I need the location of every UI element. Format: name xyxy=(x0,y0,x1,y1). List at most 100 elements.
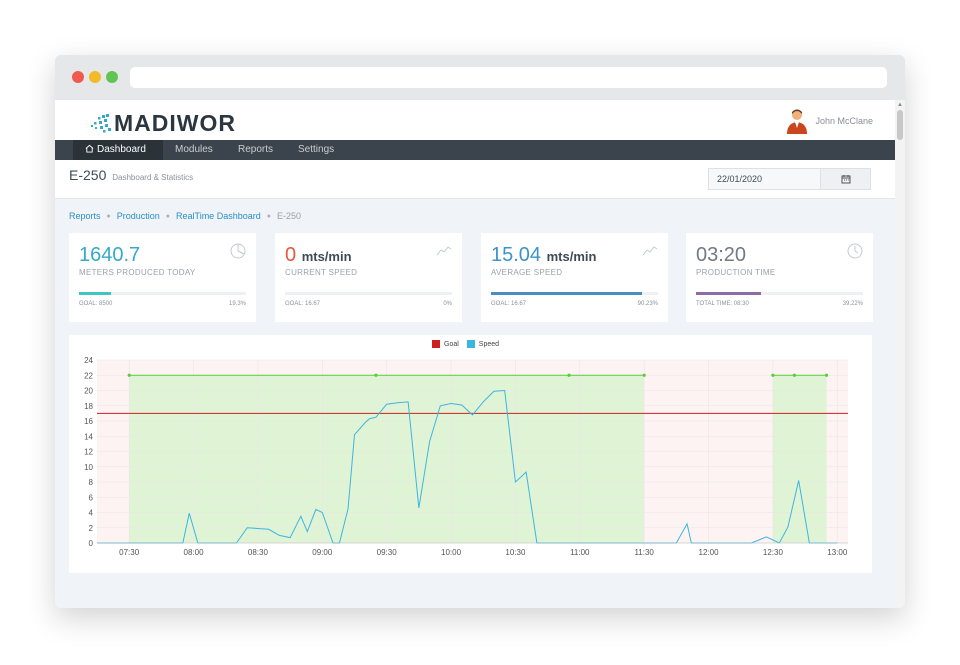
user-avatar-icon xyxy=(787,109,808,134)
close-window-button[interactable] xyxy=(72,71,84,83)
home-icon xyxy=(85,144,94,153)
kpi-value: 0 mts/min xyxy=(285,244,352,267)
production-window-area xyxy=(772,375,827,543)
x-tick-label: 13:00 xyxy=(827,548,848,557)
breadcrumb-link-reports[interactable]: Reports xyxy=(69,211,101,221)
date-picker-button[interactable] xyxy=(821,168,871,190)
breadcrumb-separator: ● xyxy=(165,212,171,220)
y-tick-label: 12 xyxy=(84,448,93,457)
nav-item-reports[interactable]: Reports xyxy=(238,140,273,160)
scrollbar-thumb[interactable] xyxy=(897,110,903,140)
nav-item-dashboard[interactable]: Dashboard xyxy=(73,140,163,160)
speed-chart: 02468101214161820222407:30 08:00 08:30 09:0… xyxy=(84,356,848,557)
kpi-goal: GOAL: 16.67 xyxy=(491,301,527,307)
clock-icon xyxy=(847,243,863,259)
kpi-value-number: 1640.7 xyxy=(79,244,141,266)
y-tick-label: 18 xyxy=(84,402,93,411)
x-tick-label: 10:00 xyxy=(441,548,462,557)
kpi-value: 15.04 mts/min xyxy=(491,244,596,267)
y-tick-label: 2 xyxy=(89,524,94,533)
kpi-progress-fill xyxy=(79,292,112,295)
kpi-goal: GOAL: 8500 xyxy=(79,301,113,307)
logo-icon xyxy=(91,114,111,133)
y-tick-label: 10 xyxy=(84,463,93,472)
x-tick-label: 09:00 xyxy=(312,548,333,557)
main-navbar: Dashboard Modules Reports Settings xyxy=(55,140,895,160)
production-window-marker xyxy=(642,373,646,377)
kpi-value-number: 03:20 xyxy=(696,244,747,266)
production-window-marker xyxy=(567,373,571,377)
speed-chart-card: Goal Speed 0 2 4 6 8 10 12 14 16 18 20 22 24 07:30 08:… xyxy=(69,335,872,573)
y-tick-label: 6 xyxy=(89,493,94,502)
kpi-card-production-time: 03:20 PRODUCTION TIME TOTAL TIME: 08:30 … xyxy=(686,233,873,322)
x-tick-label: 08:00 xyxy=(184,548,205,557)
page-subtitle: Dashboard & Statistics xyxy=(112,173,194,182)
y-tick-label: 14 xyxy=(84,432,93,441)
x-tick-label: 11:30 xyxy=(634,548,654,557)
app-logo[interactable]: MADIWOR xyxy=(90,110,236,136)
nav-item-label: Dashboard xyxy=(97,144,146,155)
calendar-icon xyxy=(841,175,851,184)
kpi-progress-track xyxy=(79,292,246,295)
y-tick-label: 22 xyxy=(84,371,93,380)
breadcrumb-current: E-250 xyxy=(276,211,301,221)
page-content: MADIWOR John McClane Dashboard Modules R… xyxy=(55,100,905,608)
nav-item-modules[interactable]: Modules xyxy=(175,140,213,160)
kpi-progress-track xyxy=(285,292,452,295)
scroll-up-icon[interactable]: ▲ xyxy=(897,102,903,108)
nav-item-settings[interactable]: Settings xyxy=(298,140,334,160)
date-picker-input[interactable]: 22/01/2020 xyxy=(708,168,821,190)
breadcrumb-link-realtime-dashboard[interactable]: RealTime Dashboard xyxy=(176,211,261,221)
y-tick-label: 8 xyxy=(89,478,94,487)
kpi-card-meters-produced: 1640.7 METERS PRODUCED TODAY GOAL: 8500 … xyxy=(69,233,256,322)
pie-chart-icon xyxy=(230,243,246,259)
x-tick-label: 12:30 xyxy=(763,548,784,557)
x-tick-label: 07:30 xyxy=(119,548,140,557)
kpi-label: METERS PRODUCED TODAY xyxy=(79,268,196,277)
browser-window: MADIWOR John McClane Dashboard Modules R… xyxy=(55,55,905,608)
breadcrumb-link-production[interactable]: Production xyxy=(117,211,160,221)
nav-item-label: Settings xyxy=(298,144,335,155)
x-tick-label: 12:00 xyxy=(699,548,720,557)
y-tick-label: 20 xyxy=(84,387,93,396)
breadcrumb-separator: ● xyxy=(106,212,111,220)
kpi-value: 1640.7 xyxy=(79,244,140,267)
y-tick-label: 24 xyxy=(84,356,93,365)
kpi-progress-fill xyxy=(696,292,762,295)
kpi-unit: mts/min xyxy=(546,249,597,264)
trend-icon xyxy=(642,246,658,256)
y-tick-label: 0 xyxy=(89,539,94,548)
user-menu[interactable]: John McClane xyxy=(785,108,873,134)
logo-text: MADIWOR xyxy=(114,109,236,136)
kpi-progress-track xyxy=(491,292,658,295)
user-name: John McClane xyxy=(815,116,873,126)
minimize-window-button[interactable] xyxy=(89,71,101,83)
maximize-window-button[interactable] xyxy=(106,71,118,83)
breadcrumb: Reports ● Production ● RealTime Dashboar… xyxy=(69,211,301,221)
kpi-progress-fill xyxy=(491,292,642,295)
kpi-value-number: 15.04 xyxy=(491,244,542,266)
kpi-value: 03:20 xyxy=(696,244,746,267)
kpi-label: CURRENT SPEED xyxy=(285,268,358,277)
kpi-unit: mts/min xyxy=(301,249,352,264)
kpi-goal: GOAL: 16.67 xyxy=(285,301,321,307)
kpi-progress-track xyxy=(696,292,863,295)
address-bar[interactable] xyxy=(130,67,887,88)
production-window-marker xyxy=(792,373,796,377)
kpi-label: PRODUCTION TIME xyxy=(696,268,776,277)
kpi-percent: 90.23% xyxy=(637,301,658,307)
page-title: E-250 Dashboard & Statistics xyxy=(69,167,193,183)
nav-item-label: Reports xyxy=(238,144,274,155)
x-tick-label: 09:30 xyxy=(377,548,398,557)
kpi-value-number: 0 xyxy=(285,244,297,266)
nav-item-label: Modules xyxy=(175,144,213,155)
kpi-card-current-speed: 0 mts/min CURRENT SPEED GOAL: 16.67 0% xyxy=(275,233,462,322)
x-tick-label: 11:00 xyxy=(570,548,590,557)
page-scrollbar[interactable]: ▲ xyxy=(895,100,905,608)
production-window-marker xyxy=(771,373,775,377)
page-header: E-250 Dashboard & Statistics 22/01/2020 xyxy=(55,160,895,199)
trend-icon xyxy=(436,246,452,256)
browser-titlebar xyxy=(55,55,905,100)
kpi-card-average-speed: 15.04 mts/min AVERAGE SPEED GOAL: 16.67 … xyxy=(481,233,668,322)
breadcrumb-separator: ● xyxy=(266,212,271,220)
